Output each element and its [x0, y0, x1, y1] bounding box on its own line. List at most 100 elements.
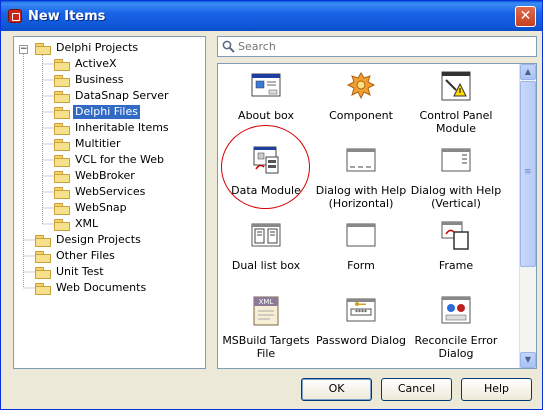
tree-item-label: Other Files	[56, 249, 115, 262]
title-bar[interactable]: New Items ✕	[1, 1, 542, 31]
tree-item-other-files[interactable]: Other Files	[35, 248, 117, 264]
tree-item-multitier[interactable]: Multitier	[54, 136, 123, 152]
close-button[interactable]: ✕	[515, 6, 536, 27]
frame-icon	[441, 221, 469, 250]
tree-item-business[interactable]: Business	[54, 72, 126, 88]
item-about-box[interactable]: About box	[218, 70, 314, 122]
folder-icon	[54, 218, 70, 231]
delphi-app-icon	[8, 9, 22, 23]
item-caption: Dialog with Help (Horizontal)	[315, 184, 407, 210]
item-caption: About box	[238, 109, 294, 122]
item-data-module[interactable]: Data Module	[218, 145, 314, 197]
component-icon	[346, 72, 376, 100]
tree-item-unit-test[interactable]: Unit Test	[35, 264, 106, 280]
item-caption: Data Module	[231, 184, 301, 197]
item-caption: Reconcile Error Dialog	[414, 334, 498, 360]
search-icon	[222, 40, 235, 53]
tree-item-webservices[interactable]: WebServices	[54, 184, 147, 200]
item-password-dialog[interactable]: **** Password Dialog	[313, 295, 409, 347]
tree-item-label: DataSnap Server	[75, 89, 169, 102]
password-dialog-icon: ****	[346, 298, 376, 322]
tree-item-label: WebServices	[75, 185, 146, 198]
control-panel-module-icon	[441, 71, 471, 101]
item-reconcile-error-dialog[interactable]: Reconcile Error Dialog	[408, 295, 504, 360]
data-module-icon	[253, 146, 279, 174]
tree-collapse-toggle[interactable]: −	[19, 45, 28, 54]
folder-icon	[54, 58, 70, 71]
tree-item-vcl-for-the-web[interactable]: VCL for the Web	[54, 152, 166, 168]
item-frame[interactable]: Frame	[408, 220, 504, 272]
tree-item-delphi-projects[interactable]: Delphi Projects	[35, 40, 140, 56]
tree-item-label: XML	[75, 217, 99, 230]
item-caption: Dual list box	[231, 259, 301, 272]
item-caption: Component	[329, 109, 393, 122]
tree-item-label: Unit Test	[56, 265, 104, 278]
new-items-dialog: New Items ✕ − Delphi Projects ActiveX Bu…	[0, 0, 543, 410]
folder-icon	[35, 266, 51, 279]
tree-item-label: Inheritable Items	[75, 121, 169, 134]
tree-item-websnap[interactable]: WebSnap	[54, 200, 129, 216]
item-caption: MSBuild Targets File	[222, 334, 310, 360]
help-button[interactable]: Help	[461, 378, 532, 401]
scroll-up-button[interactable]: ▲	[520, 64, 536, 80]
item-dialog-help-horizontal[interactable]: Dialog with Help (Horizontal)	[313, 145, 409, 210]
folder-icon	[35, 250, 51, 263]
tree-item-label: Delphi Files	[73, 105, 140, 119]
dialog-help-vertical-icon	[441, 148, 471, 172]
tree-item-design-projects[interactable]: Design Projects	[35, 232, 143, 248]
item-form[interactable]: Form	[313, 220, 409, 272]
tree-item-activex[interactable]: ActiveX	[54, 56, 119, 72]
item-caption: Password Dialog	[316, 334, 406, 347]
ok-button[interactable]: OK	[301, 378, 372, 401]
search-box[interactable]	[217, 36, 537, 57]
folder-icon	[54, 170, 70, 183]
search-input[interactable]	[238, 39, 528, 54]
items-scrollbar[interactable]: ▲ ≡ ▼	[519, 64, 536, 368]
msbuild-targets-icon: XML	[253, 296, 279, 326]
item-caption: Control Panel Module	[419, 109, 493, 135]
tree-item-label: Business	[75, 73, 124, 86]
tree-item-label: WebBroker	[75, 169, 135, 182]
dialog-help-horizontal-icon	[346, 148, 376, 172]
folder-icon	[54, 186, 70, 199]
form-icon	[346, 223, 376, 247]
tree-item-label: ActiveX	[75, 57, 117, 70]
item-caption: Frame	[438, 259, 474, 272]
tree-item-delphi-files[interactable]: Delphi Files	[54, 104, 140, 120]
item-control-panel-module[interactable]: Control Panel Module	[408, 70, 504, 135]
about-box-icon	[251, 73, 281, 97]
item-caption: Form	[347, 259, 375, 272]
tree-item-webbroker[interactable]: WebBroker	[54, 168, 137, 184]
tree-item-label: Web Documents	[56, 281, 147, 294]
reconcile-error-dialog-icon	[441, 296, 471, 324]
items-gallery[interactable]: About box Component Control Panel Module	[217, 63, 537, 369]
item-component[interactable]: Component	[313, 70, 409, 122]
password-icon-text: ****	[355, 309, 367, 316]
tree-item-datasnap-server[interactable]: DataSnap Server	[54, 88, 171, 104]
item-msbuild-targets-file[interactable]: XML MSBuild Targets File	[218, 295, 314, 360]
tree-item-label: Design Projects	[56, 233, 141, 246]
folder-icon	[54, 138, 70, 151]
folder-icon	[54, 122, 70, 135]
folder-icon	[35, 234, 51, 247]
category-tree[interactable]: − Delphi Projects ActiveX Business DataS…	[13, 36, 206, 369]
tree-item-label: WebSnap	[75, 201, 127, 214]
tree-item-label: VCL for the Web	[75, 153, 164, 166]
tree-item-label: Delphi Projects	[56, 41, 139, 54]
folder-icon	[54, 90, 70, 103]
tree-item-xml[interactable]: XML	[54, 216, 100, 232]
msbuild-icon-text: XML	[259, 298, 274, 306]
scroll-thumb[interactable]: ≡	[520, 81, 536, 267]
cancel-button[interactable]: Cancel	[381, 378, 452, 401]
folder-open-icon	[35, 42, 51, 55]
item-dual-list-box[interactable]: Dual list box	[218, 220, 314, 272]
folder-icon	[54, 154, 70, 167]
folder-icon	[35, 282, 51, 295]
tree-item-web-documents[interactable]: Web Documents	[35, 280, 148, 296]
tree-item-label: Multitier	[75, 137, 121, 150]
item-dialog-help-vertical[interactable]: Dialog with Help (Vertical)	[408, 145, 504, 210]
scroll-down-button[interactable]: ▼	[520, 352, 536, 368]
scroll-grip-icon: ≡	[524, 167, 532, 177]
tree-item-inheritable-items[interactable]: Inheritable Items	[54, 120, 171, 136]
window-title: New Items	[28, 9, 106, 24]
